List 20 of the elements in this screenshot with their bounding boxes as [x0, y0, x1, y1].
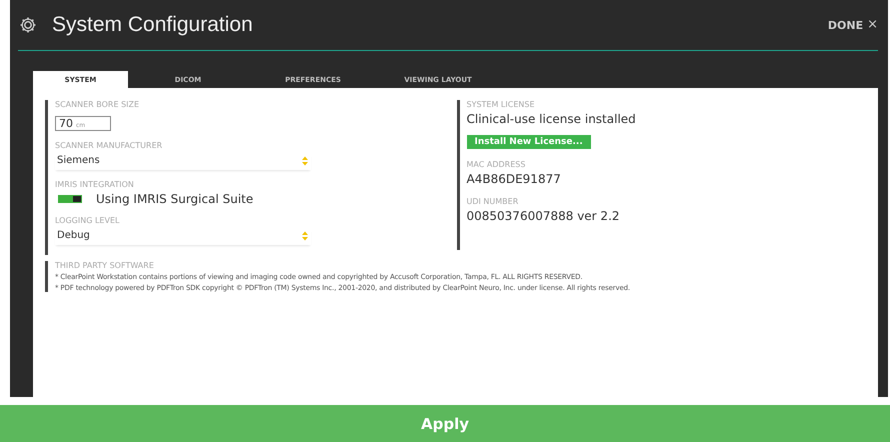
dropdown[interactable]: Debug [55, 228, 311, 245]
field-label: IMRIS INTEGRATION [55, 180, 135, 189]
toggle-label: Using IMRIS Surgical Suite [96, 192, 254, 206]
field-value: Clinical-use license installed [466, 112, 637, 126]
section-label: THIRD PARTY SOFTWARE [55, 261, 155, 270]
field-value: A4B86DE91877 [466, 172, 562, 186]
field-label: UDI NUMBER [466, 197, 520, 206]
field-label: SCANNER BORE SIZE [55, 100, 140, 109]
field-label: LOGGING LEVEL [55, 216, 120, 225]
dropdown-arrows-icon [301, 156, 309, 166]
field-label: SCANNER MANUFACTURER [55, 141, 164, 150]
dropdown[interactable]: Siemens [55, 153, 311, 170]
toggle-switch[interactable] [58, 195, 82, 203]
window-title: System Configuration [52, 13, 254, 37]
field-label: MAC ADDRESS [466, 160, 526, 169]
field-value: 00850376007888 ver 2.2 [466, 209, 621, 223]
field-label: SYSTEM LICENSE [466, 100, 536, 109]
done-button[interactable]: DONE × [828, 18, 878, 32]
settings-icon [18, 15, 38, 35]
dropdown-arrows-icon [301, 230, 309, 240]
